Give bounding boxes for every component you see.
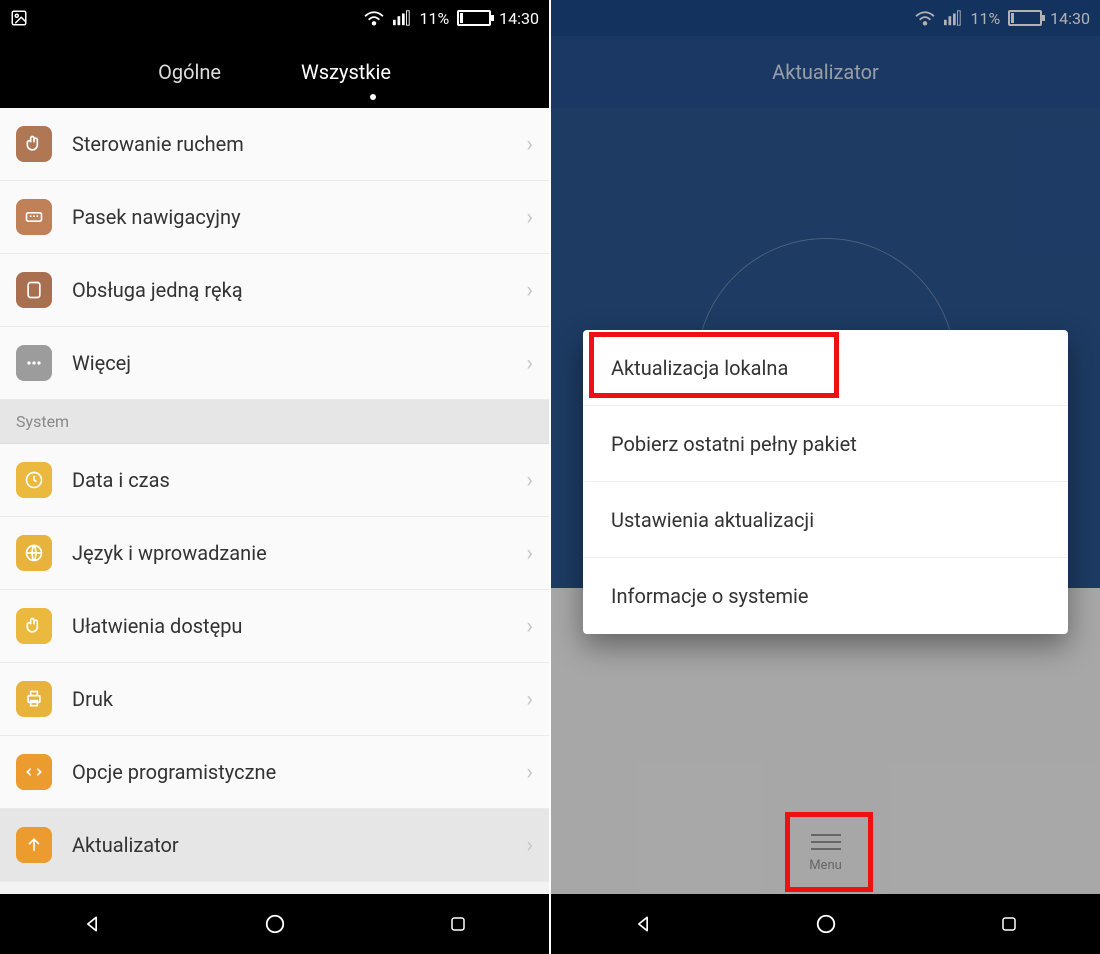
popup-local-update[interactable]: Aktualizacja lokalna [583,330,1068,406]
settings-list: Sterowanie ruchem › Pasek nawigacyjny › … [0,108,549,882]
chevron-right-icon: › [526,351,533,376]
hand-icon [16,126,52,162]
chevron-right-icon: › [526,614,533,639]
android-nav-bar [551,894,1100,954]
more-icon [16,345,52,381]
home-button[interactable] [813,911,839,937]
android-nav-bar [0,894,549,954]
navbar-icon [16,199,52,235]
accessibility-icon [16,608,52,644]
chevron-right-icon: › [526,541,533,566]
status-bar: 11% 14:30 [0,0,549,36]
code-icon [16,754,52,790]
tabs: Ogólne Wszystkie [0,36,549,108]
menu-button[interactable]: Menu [788,822,864,884]
recent-button[interactable] [445,911,471,937]
item-accessibility[interactable]: Ułatwienia dostępu › [0,590,549,663]
chevron-right-icon: › [526,205,533,230]
recent-button[interactable] [996,911,1022,937]
printer-icon [16,681,52,717]
item-date-time[interactable]: Data i czas › [0,444,549,517]
chevron-right-icon: › [526,760,533,785]
chevron-right-icon: › [526,468,533,493]
popup-update-settings[interactable]: Ustawienia aktualizacji [583,482,1068,558]
clock-icon [16,462,52,498]
menu-label: Menu [809,858,842,873]
home-button[interactable] [262,911,288,937]
item-navigation-bar[interactable]: Pasek nawigacyjny › [0,181,549,254]
chevron-right-icon: › [526,833,533,858]
settings-screen: 11% 14:30 Ogólne Wszystkie Sterowanie ru… [0,0,549,954]
list-item-label: Data i czas [72,468,526,492]
item-updater[interactable]: Aktualizator › [0,809,549,882]
item-print[interactable]: Druk › [0,663,549,736]
list-item-label: Druk [72,687,526,711]
updater-screen: 11% 14:30 Aktualizator Aktualizacja loka… [551,0,1100,954]
battery-percent: 11% [419,9,449,28]
hamburger-icon [811,834,841,850]
list-item-label: Język i wprowadzanie [72,541,526,565]
wifi-icon [363,10,385,26]
image-icon [10,9,28,27]
list-item-label: Sterowanie ruchem [72,132,526,156]
item-motion-control[interactable]: Sterowanie ruchem › [0,108,549,181]
clock: 14:30 [499,9,539,28]
one-hand-icon [16,272,52,308]
item-one-hand[interactable]: Obsługa jedną ręką › [0,254,549,327]
popup-download-full[interactable]: Pobierz ostatni pełny pakiet [583,406,1068,482]
menu-popup: Aktualizacja lokalna Pobierz ostatni peł… [583,330,1068,634]
list-item-label: Ułatwienia dostępu [72,614,526,638]
back-button[interactable] [630,911,656,937]
popup-system-info[interactable]: Informacje o systemie [583,558,1068,634]
item-more[interactable]: Więcej › [0,327,549,400]
list-item-label: Pasek nawigacyjny [72,205,526,229]
section-system: System [0,400,549,444]
item-developer-options[interactable]: Opcje programistyczne › [0,736,549,809]
chevron-right-icon: › [526,687,533,712]
list-item-label: Obsługa jedną ręką [72,278,526,302]
chevron-right-icon: › [526,278,533,303]
item-language[interactable]: Język i wprowadzanie › [0,517,549,590]
list-item-label: Więcej [72,351,526,375]
signal-icon [393,10,411,26]
list-item-label: Aktualizator [72,833,526,857]
battery-icon [457,10,491,26]
globe-icon [16,535,52,571]
tab-general[interactable]: Ogólne [158,60,221,84]
update-up-icon [16,827,52,863]
tab-all[interactable]: Wszystkie [301,60,391,84]
chevron-right-icon: › [526,132,533,157]
back-button[interactable] [79,911,105,937]
list-item-label: Opcje programistyczne [72,760,526,784]
